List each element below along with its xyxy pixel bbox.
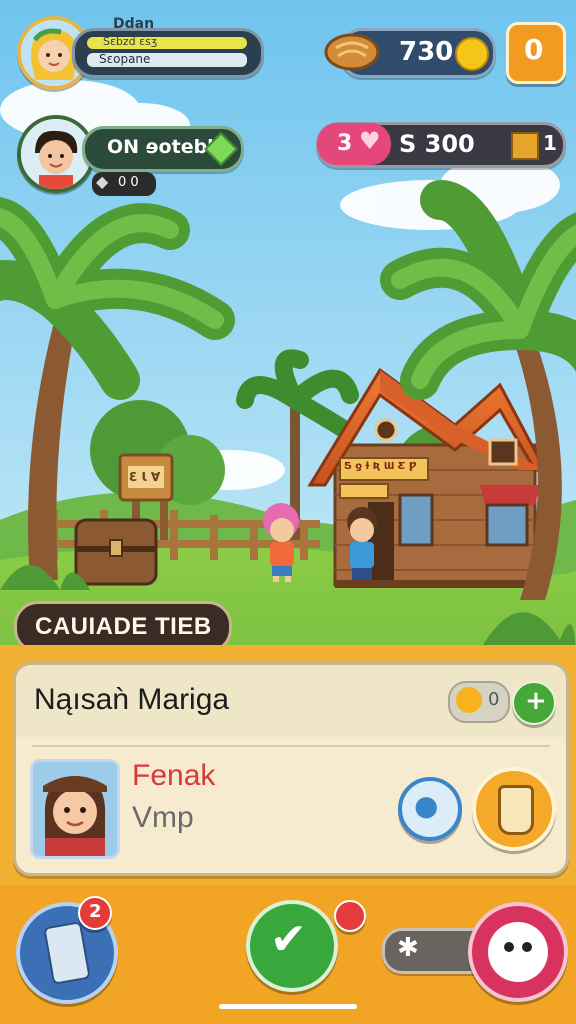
npc-face-icon <box>33 762 117 856</box>
phone-tag-icon <box>43 921 91 985</box>
drink-button[interactable] <box>472 767 556 851</box>
gold-coin-icon <box>455 37 489 71</box>
fire-counter-value: 0 <box>488 689 500 710</box>
friend-count-panel: ◆ 0 0 <box>92 172 156 196</box>
heart-icon: ♥ <box>359 127 381 155</box>
drink-cup-icon <box>498 785 534 835</box>
card-title: Nąısaǹ Mariga <box>34 683 230 716</box>
player-name: Ddan <box>113 16 155 32</box>
home-indicator <box>219 1004 357 1009</box>
menu-button[interactable]: 0 <box>506 22 566 84</box>
npc-card: Nąısaǹ Mariga 0 + Fenak Vmp ● <box>13 662 569 876</box>
chat-button[interactable]: ● <box>398 777 462 841</box>
bread-icon <box>324 28 380 72</box>
house-sign-text: Ƽ ƍ ƚ Ʀ Ɯ Ƹ Ƿ <box>344 461 417 472</box>
coin-value: 730 <box>399 37 454 67</box>
pet-face-icon <box>488 922 548 982</box>
card-separator <box>32 745 550 747</box>
npc-portrait <box>30 759 120 859</box>
player-tag: Sɛopane <box>99 52 151 66</box>
badge-count: 2 <box>89 901 102 922</box>
friend-status-panel[interactable]: ON ɘotebl <box>82 126 244 172</box>
menu-icon: 0 <box>524 33 544 66</box>
fire-icon <box>456 687 482 713</box>
gold-value: S 300 <box>399 130 475 158</box>
crates-value: 1 <box>543 131 557 155</box>
hearts-value: 3 <box>337 131 353 156</box>
player-sub-label: Sɛbzd ɛsʒ <box>103 35 158 48</box>
friend-face-icon <box>21 119 91 189</box>
crate-icon <box>511 132 539 160</box>
quest-banner-label: CAUIADE TIEB <box>35 613 212 640</box>
player-info-panel: Ddan Sɛbzd ɛsʒ Sɛopane <box>72 16 264 78</box>
confirm-button[interactable]: ✔ <box>246 900 338 992</box>
cross-tools-icon: ✱ <box>397 933 419 963</box>
stone-icon: ◆ <box>96 172 109 191</box>
resource-panel[interactable]: 3 ♥ S 300 1 <box>316 122 566 168</box>
check-icon: ✔ <box>270 914 307 965</box>
fire-counter[interactable]: 0 <box>448 681 510 723</box>
signpost-text: Ɛ Ɩ Ɐ <box>129 470 161 484</box>
plus-icon: + <box>525 686 547 716</box>
pet-button[interactable] <box>468 902 568 1002</box>
npc-subtitle: Vmp <box>132 801 194 834</box>
chat-bubble-icon: ● <box>414 789 439 822</box>
npc-name: Fenak <box>132 759 216 792</box>
friend-status: ON ɘotebl <box>107 136 214 158</box>
add-button[interactable]: + <box>512 681 556 725</box>
red-dot-indicator <box>334 900 366 932</box>
friend-count: 0 0 <box>118 175 139 190</box>
notification-badge: 2 <box>78 896 112 930</box>
treasure-chest-icon <box>74 518 158 586</box>
